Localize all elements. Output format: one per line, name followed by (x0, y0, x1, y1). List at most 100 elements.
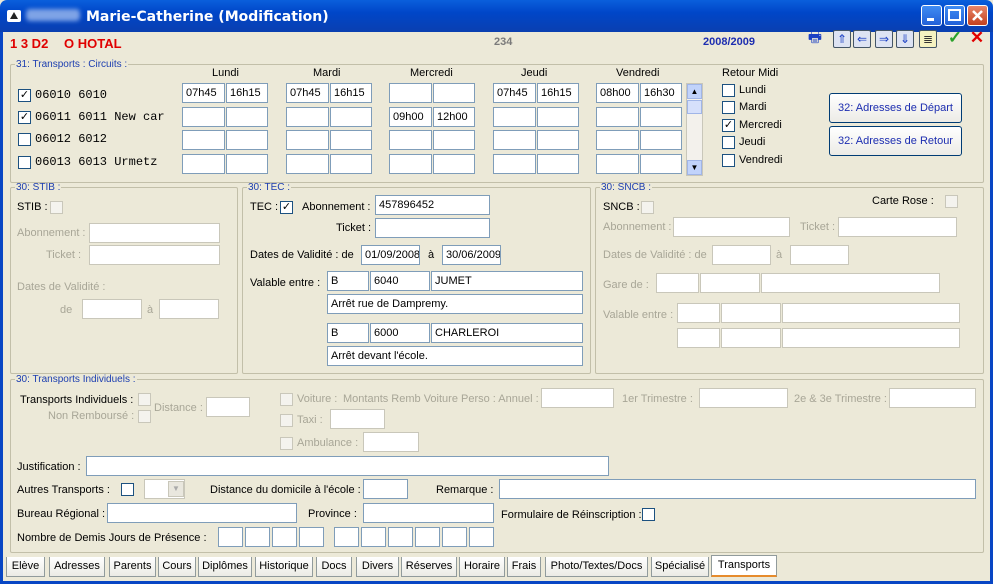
stib-ticket-input[interactable] (89, 245, 220, 265)
time-input[interactable] (640, 107, 682, 127)
time-input[interactable] (433, 130, 475, 150)
demi-jour-input[interactable] (469, 527, 494, 547)
tab-photo-textes-docs[interactable]: Photo/Textes/Docs (545, 557, 648, 577)
retour-checkbox[interactable] (722, 84, 735, 97)
next-icon[interactable]: ⇒ (875, 30, 893, 48)
trim1-input[interactable] (699, 388, 788, 408)
taxi-input[interactable] (330, 409, 385, 429)
time-input[interactable] (537, 154, 579, 174)
sncb-date-to[interactable] (790, 245, 849, 265)
tec-stop1-city[interactable]: JUMET (431, 271, 583, 291)
demi-jour-input[interactable] (272, 527, 297, 547)
tab-divers[interactable]: Divers (356, 557, 399, 577)
tec-stop2-desc[interactable]: Arrêt devant l'école. (327, 346, 583, 366)
time-input[interactable] (493, 107, 536, 127)
non-rembourse-checkbox[interactable] (138, 410, 151, 423)
tec-date-to[interactable]: 30/06/2009 (442, 245, 501, 265)
demi-jour-input[interactable] (388, 527, 413, 547)
time-input[interactable] (182, 107, 225, 127)
sncb-gare-zip[interactable] (700, 273, 760, 293)
formulaire-checkbox[interactable] (642, 508, 655, 521)
time-input[interactable] (389, 154, 432, 174)
time-input[interactable] (182, 130, 225, 150)
time-input[interactable] (182, 154, 225, 174)
annuel-input[interactable] (541, 388, 614, 408)
minimize-icon[interactable] (921, 5, 942, 26)
demi-jour-input[interactable] (299, 527, 324, 547)
circuit-checkbox[interactable] (18, 156, 31, 169)
sncb-gare-city[interactable] (761, 273, 940, 293)
time-input[interactable] (389, 130, 432, 150)
time-input[interactable]: 16h15 (330, 83, 372, 103)
sncb-valable2-city[interactable] (782, 328, 960, 348)
time-input[interactable]: 07h45 (493, 83, 536, 103)
time-input[interactable] (389, 83, 432, 103)
tab-reserves[interactable]: Réserves (401, 557, 457, 577)
time-input[interactable]: 07h45 (286, 83, 329, 103)
cancel-icon[interactable]: ✕ (968, 29, 986, 48)
time-input[interactable] (330, 130, 372, 150)
tec-stop1-country[interactable]: B (327, 271, 369, 291)
tab-transports[interactable]: Transports (711, 555, 777, 577)
tec-stop2-city[interactable]: CHARLEROI (431, 323, 583, 343)
time-input[interactable] (286, 107, 329, 127)
ambulance-input[interactable] (363, 432, 419, 452)
circuit-checkbox[interactable] (18, 133, 31, 146)
first-icon[interactable]: ⇑ (833, 30, 851, 48)
retour-checkbox[interactable] (722, 154, 735, 167)
tec-ticket-input[interactable] (375, 218, 490, 238)
time-input[interactable] (596, 107, 639, 127)
tab-cours[interactable]: Cours (158, 557, 196, 577)
close-icon[interactable] (967, 5, 988, 26)
time-input[interactable] (537, 107, 579, 127)
time-input[interactable] (226, 130, 268, 150)
circuits-scrollbar[interactable]: ▲ ▼ (686, 83, 703, 176)
taxi-checkbox[interactable] (280, 414, 293, 427)
tab-horaire[interactable]: Horaire (459, 557, 505, 577)
time-input[interactable]: 16h30 (640, 83, 682, 103)
carte-rose-checkbox[interactable] (945, 195, 958, 208)
demi-jour-input[interactable] (334, 527, 359, 547)
time-input[interactable] (596, 154, 639, 174)
sncb-valable1-zip[interactable] (721, 303, 781, 323)
adresses-retour-button[interactable]: 32: Adresses de Retour (829, 126, 962, 156)
tab-parents[interactable]: Parents (109, 557, 156, 577)
autres-checkbox[interactable] (121, 483, 134, 496)
print-icon[interactable]: 🖶 (806, 30, 824, 48)
demi-jour-input[interactable] (442, 527, 467, 547)
ambulance-checkbox[interactable] (280, 437, 293, 450)
voiture-checkbox[interactable] (280, 393, 293, 406)
time-input[interactable] (433, 154, 475, 174)
tab-frais[interactable]: Frais (507, 557, 541, 577)
tab-adresses[interactable]: Adresses (49, 557, 105, 577)
time-input[interactable] (596, 130, 639, 150)
tec-abonnement-input[interactable]: 457896452 (375, 195, 490, 215)
time-input[interactable] (493, 154, 536, 174)
remarque-input[interactable] (499, 479, 976, 499)
tab-docs[interactable]: Docs (316, 557, 352, 577)
time-input[interactable]: 12h00 (433, 107, 475, 127)
time-input[interactable]: 16h15 (226, 83, 268, 103)
demi-jour-input[interactable] (361, 527, 386, 547)
stib-date-from[interactable] (82, 299, 142, 319)
time-input[interactable]: 08h00 (596, 83, 639, 103)
retour-checkbox[interactable]: ✓ (722, 119, 735, 132)
time-input[interactable] (640, 154, 682, 174)
stib-date-to[interactable] (159, 299, 219, 319)
sncb-gare-country[interactable] (656, 273, 699, 293)
justification-input[interactable] (86, 456, 609, 476)
sncb-ticket-input[interactable] (838, 217, 957, 237)
circuit-checkbox[interactable]: ✓ (18, 89, 31, 102)
last-icon[interactable]: ⇓ (896, 30, 914, 48)
time-input[interactable] (493, 130, 536, 150)
time-input[interactable]: 07h45 (182, 83, 225, 103)
time-input[interactable] (226, 154, 268, 174)
scroll-up-icon[interactable]: ▲ (687, 84, 702, 99)
time-input[interactable] (640, 130, 682, 150)
demi-jour-input[interactable] (218, 527, 243, 547)
confirm-icon[interactable]: ✓ (946, 29, 964, 48)
ti-checkbox[interactable] (138, 393, 151, 406)
maximize-icon[interactable] (944, 5, 965, 26)
sncb-checkbox[interactable] (641, 201, 654, 214)
tab-eleve[interactable]: Elève (6, 557, 45, 577)
